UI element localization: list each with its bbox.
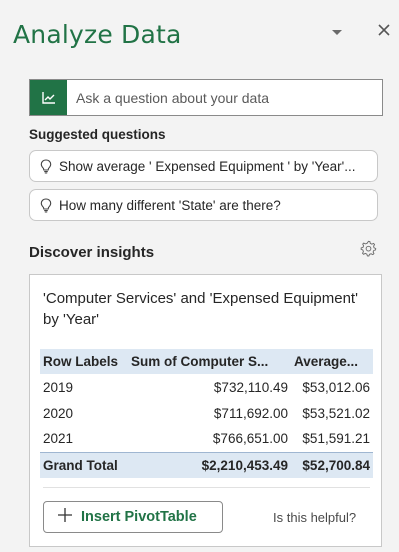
suggested-question-chip[interactable]: How many different 'State' are there?: [29, 189, 378, 221]
row-label: 2019: [43, 379, 74, 395]
column-header: Sum of Computer S...: [128, 349, 291, 374]
pane-options-button[interactable]: [326, 24, 348, 42]
pane-title: Analyze Data: [13, 20, 182, 49]
insight-title: 'Computer Services' and 'Expensed Equipm…: [43, 290, 358, 328]
row-label: 2021: [43, 431, 74, 447]
table-cell: $52,700.84: [291, 451, 373, 478]
table-cell: $51,591.21: [302, 431, 370, 447]
lightbulb-icon: [33, 158, 59, 174]
row-label: Grand Total: [40, 451, 128, 478]
table-cell: $2,210,453.49: [128, 451, 291, 478]
pane-header: Analyze Data: [0, 0, 399, 70]
close-pane-button[interactable]: [372, 21, 396, 43]
is-this-helpful-link[interactable]: Is this helpful?: [273, 510, 356, 525]
suggested-question-label: How many different 'State' are there?: [59, 197, 281, 213]
table-header-row: Row Labels Sum of Computer S... Average.…: [40, 349, 373, 374]
discover-insights-heading: Discover insights: [29, 244, 155, 261]
chart-icon: [30, 80, 67, 115]
table-cell: $711,692.00: [213, 405, 288, 421]
insight-card: 'Computer Services' and 'Expensed Equipm…: [29, 274, 382, 547]
table-cell: $53,521.02: [302, 405, 370, 421]
insert-pivottable-button[interactable]: Insert PivotTable: [43, 501, 223, 533]
column-header: Average...: [291, 349, 373, 374]
table-cell: $766,651.00: [212, 431, 288, 447]
card-divider: [43, 487, 370, 488]
analyze-data-pane: Analyze Data Suggested questions: [0, 0, 399, 552]
ask-question-input[interactable]: [67, 80, 382, 115]
suggested-questions-heading: Suggested questions: [29, 127, 166, 142]
chevron-down-icon: [331, 24, 343, 42]
lightbulb-icon: [33, 197, 59, 213]
insight-pivot-table: Row Labels Sum of Computer S... Average.…: [40, 349, 373, 478]
table-cell: $732,110.49: [213, 379, 288, 395]
table-row: 2020 $711,692.00 $53,521.02: [40, 400, 373, 426]
close-icon: [377, 23, 391, 42]
table-row: 2021 $766,651.00 $51,591.21: [40, 426, 373, 452]
table-cell: $53,012.06: [302, 379, 370, 395]
table-row: 2019 $732,110.49 $53,012.06: [40, 374, 373, 400]
plus-icon: [57, 506, 73, 528]
row-label: 2020: [43, 405, 74, 421]
column-header: Row Labels: [40, 349, 128, 374]
ask-question-box[interactable]: [29, 79, 383, 116]
grand-total-row: Grand Total $2,210,453.49 $52,700.84: [40, 451, 373, 478]
suggested-question-label: Show average ' Expensed Equipment ' by '…: [59, 158, 356, 174]
suggested-question-chip[interactable]: Show average ' Expensed Equipment ' by '…: [29, 150, 378, 182]
gear-icon: [360, 240, 377, 262]
insert-pivottable-label: Insert PivotTable: [81, 509, 197, 525]
insights-settings-button[interactable]: [358, 240, 378, 262]
